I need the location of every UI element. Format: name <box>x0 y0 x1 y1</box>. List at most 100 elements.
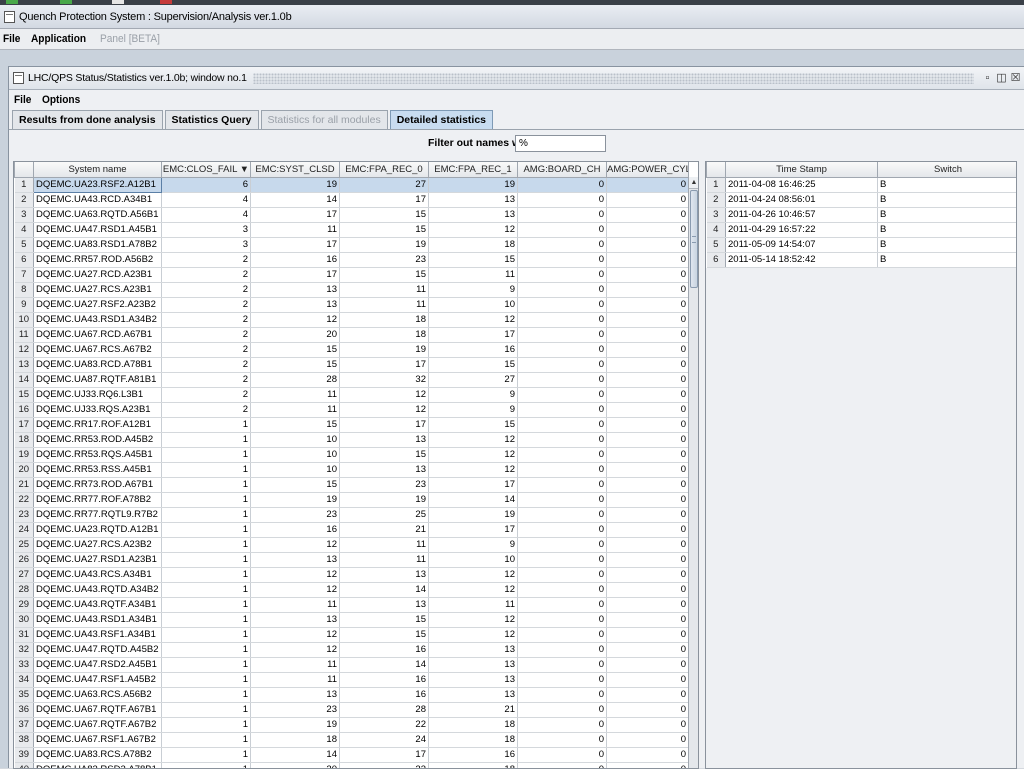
table-row[interactable]: 21 DQEMC.RR73.ROD.A67B1 1 15 23 17 0 0 <box>14 477 689 493</box>
table-row[interactable]: 31 DQEMC.UA43.RSF1.A34B1 1 12 15 12 0 0 <box>14 627 689 643</box>
stat-cell[interactable]: 13 <box>339 432 429 448</box>
stat-cell[interactable]: 11 <box>250 222 340 238</box>
stat-cell[interactable]: 0 <box>606 642 689 658</box>
stat-cell[interactable]: 11 <box>250 387 340 403</box>
stat-cell[interactable]: 2 <box>161 252 251 268</box>
stat-cell[interactable]: 0 <box>606 312 689 328</box>
table-row[interactable]: 5 DQEMC.UA83.RSD1.A78B2 3 17 19 18 0 0 <box>14 237 689 253</box>
column-header[interactable]: System name <box>33 162 162 178</box>
stat-cell[interactable]: 23 <box>339 252 429 268</box>
stat-cell[interactable]: 0 <box>517 612 607 628</box>
stat-cell[interactable]: 19 <box>339 492 429 508</box>
stat-cell[interactable]: 12 <box>339 402 429 418</box>
stat-cell[interactable]: 1 <box>161 657 251 673</box>
system-name-cell[interactable]: DQEMC.UA67.RQTF.A67B2 <box>33 717 162 733</box>
stat-cell[interactable]: 0 <box>517 447 607 463</box>
stat-cell[interactable]: 18 <box>339 327 429 343</box>
stat-cell[interactable]: 19 <box>250 492 340 508</box>
stat-cell[interactable]: 9 <box>428 537 518 553</box>
close-icon[interactable]: ☒ <box>1009 72 1022 85</box>
stat-cell[interactable]: 13 <box>250 612 340 628</box>
stat-cell[interactable]: 11 <box>250 657 340 673</box>
stat-cell[interactable]: 0 <box>606 327 689 343</box>
column-header[interactable]: Switch <box>877 162 1016 178</box>
table-row[interactable]: 4 2011-04-29 16:57:22 B <box>706 222 1016 238</box>
stat-cell[interactable]: 0 <box>606 657 689 673</box>
system-name-cell[interactable]: DQEMC.UA67.RCS.A67B2 <box>33 342 162 358</box>
table-row[interactable]: 38 DQEMC.UA67.RSF1.A67B2 1 18 24 18 0 0 <box>14 732 689 748</box>
stat-cell[interactable]: 0 <box>517 537 607 553</box>
stat-cell[interactable]: 0 <box>606 747 689 763</box>
stat-cell[interactable]: 0 <box>606 702 689 718</box>
table-row[interactable]: 29 DQEMC.UA43.RQTF.A34B1 1 11 13 11 0 0 <box>14 597 689 613</box>
stat-cell[interactable]: 0 <box>606 237 689 253</box>
stat-cell[interactable]: 1 <box>161 717 251 733</box>
system-name-cell[interactable]: DQEMC.UA67.RQTF.A67B1 <box>33 702 162 718</box>
stat-cell[interactable]: 14 <box>250 192 340 208</box>
stat-cell[interactable]: 23 <box>339 477 429 493</box>
stat-cell[interactable]: 16 <box>339 642 429 658</box>
system-name-cell[interactable]: DQEMC.UA43.RSD1.A34B1 <box>33 612 162 628</box>
system-name-cell[interactable]: DQEMC.UJ33.RQ6.L3B1 <box>33 387 162 403</box>
stat-cell[interactable]: 13 <box>428 207 518 223</box>
stat-cell[interactable]: 0 <box>517 627 607 643</box>
stat-cell[interactable]: 0 <box>606 462 689 478</box>
table-row[interactable]: 23 DQEMC.RR77.RQTL9.R7B2 1 23 25 19 0 0 <box>14 507 689 523</box>
stat-cell[interactable]: 0 <box>517 387 607 403</box>
stat-cell[interactable]: 0 <box>606 567 689 583</box>
stat-cell[interactable]: 13 <box>339 462 429 478</box>
stat-cell[interactable]: 15 <box>339 207 429 223</box>
stat-cell[interactable]: 15 <box>339 612 429 628</box>
system-name-cell[interactable]: DQEMC.UA23.RSF2.A12B1 <box>33 176 162 193</box>
stat-cell[interactable]: 1 <box>161 627 251 643</box>
stat-cell[interactable]: 1 <box>161 417 251 433</box>
stat-cell[interactable]: 2 <box>161 267 251 283</box>
stat-cell[interactable]: 0 <box>606 177 689 193</box>
table-row[interactable]: 6 2011-05-14 18:52:42 B <box>706 252 1016 268</box>
time-stamp-cell[interactable]: 2011-04-08 16:46:25 <box>725 177 878 193</box>
stat-cell[interactable]: 4 <box>161 207 251 223</box>
stat-cell[interactable]: 23 <box>250 507 340 523</box>
stat-cell[interactable]: 16 <box>428 342 518 358</box>
stat-cell[interactable]: 12 <box>428 222 518 238</box>
column-header[interactable]: Time Stamp <box>725 162 878 178</box>
stat-cell[interactable]: 15 <box>250 342 340 358</box>
table-row[interactable]: 14 DQEMC.UA87.RQTF.A81B1 2 28 32 27 0 0 <box>14 372 689 388</box>
stat-cell[interactable]: 13 <box>428 642 518 658</box>
table-row[interactable]: 26 DQEMC.UA27.RSD1.A23B1 1 13 11 10 0 0 <box>14 552 689 568</box>
table-row[interactable]: 4 DQEMC.UA47.RSD1.A45B1 3 11 15 12 0 0 <box>14 222 689 238</box>
stat-cell[interactable]: 16 <box>428 747 518 763</box>
stat-cell[interactable]: 12 <box>250 627 340 643</box>
system-name-cell[interactable]: DQEMC.UA83.RCD.A78B1 <box>33 357 162 373</box>
taskbar-icon[interactable] <box>160 0 172 4</box>
stat-cell[interactable]: 0 <box>517 177 607 193</box>
filter-input[interactable] <box>515 135 606 152</box>
stat-cell[interactable]: 18 <box>339 312 429 328</box>
stat-cell[interactable]: 18 <box>428 717 518 733</box>
stat-cell[interactable]: 17 <box>339 747 429 763</box>
stat-cell[interactable]: 0 <box>606 612 689 628</box>
table-row[interactable]: 3 DQEMC.UA63.RQTD.A56B1 4 17 15 13 0 0 <box>14 207 689 223</box>
stat-cell[interactable]: 13 <box>250 282 340 298</box>
stat-cell[interactable]: 19 <box>428 507 518 523</box>
table-row[interactable]: 25 DQEMC.UA27.RCS.A23B2 1 12 11 9 0 0 <box>14 537 689 553</box>
table-row[interactable]: 7 DQEMC.UA27.RCD.A23B1 2 17 15 11 0 0 <box>14 267 689 283</box>
stat-cell[interactable]: 0 <box>517 477 607 493</box>
stat-cell[interactable]: 0 <box>517 747 607 763</box>
stat-cell[interactable]: 0 <box>517 222 607 238</box>
stat-cell[interactable]: 0 <box>517 597 607 613</box>
menu-file[interactable]: File <box>14 94 31 106</box>
stat-cell[interactable]: 15 <box>339 222 429 238</box>
stat-cell[interactable]: 14 <box>250 747 340 763</box>
stat-cell[interactable]: 13 <box>250 297 340 313</box>
stat-cell[interactable]: 0 <box>606 432 689 448</box>
stat-cell[interactable]: 14 <box>428 492 518 508</box>
stat-cell[interactable]: 11 <box>339 552 429 568</box>
stat-cell[interactable]: 13 <box>339 597 429 613</box>
stat-cell[interactable]: 6 <box>161 177 251 193</box>
stat-cell[interactable]: 1 <box>161 747 251 763</box>
stat-cell[interactable]: 11 <box>250 597 340 613</box>
stat-cell[interactable]: 0 <box>517 492 607 508</box>
table-row[interactable]: 18 DQEMC.RR53.ROD.A45B2 1 10 13 12 0 0 <box>14 432 689 448</box>
stat-cell[interactable]: 1 <box>161 462 251 478</box>
